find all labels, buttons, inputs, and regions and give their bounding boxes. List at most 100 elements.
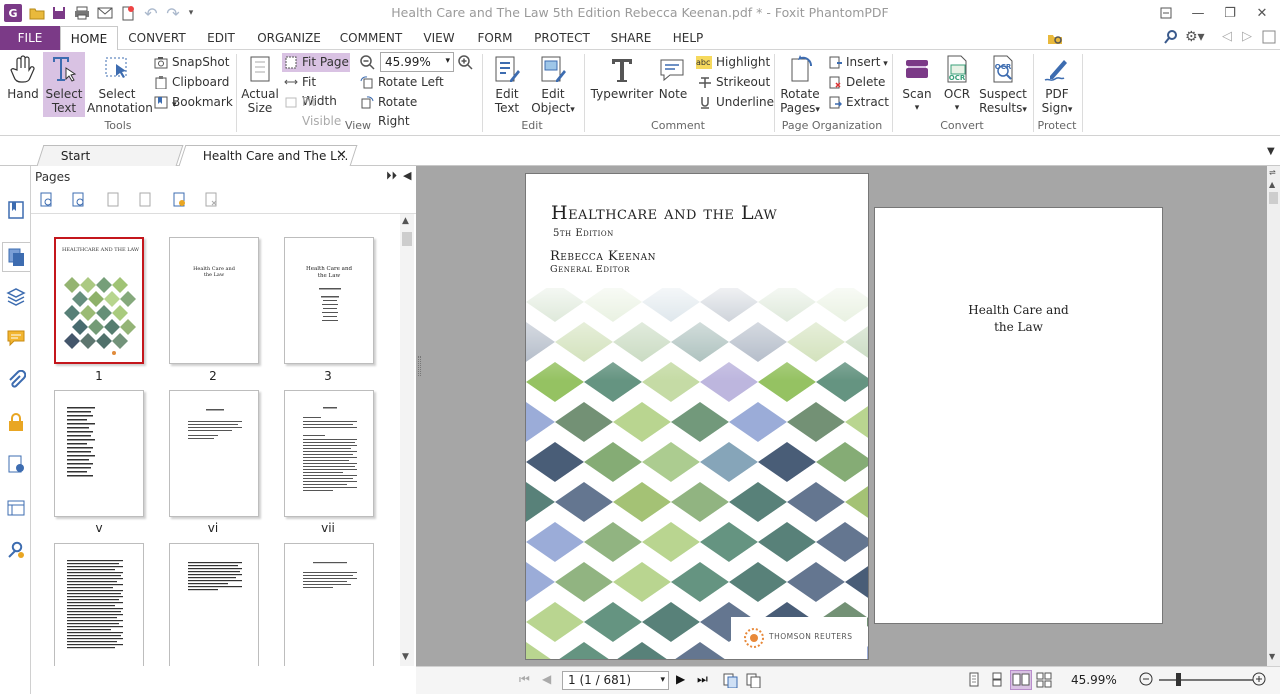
first-page-icon[interactable]: ⏮ xyxy=(519,672,530,687)
close-button[interactable]: ✕ xyxy=(1246,0,1278,26)
content-panel-icon[interactable] xyxy=(6,498,26,518)
extract-page-button[interactable]: Extract xyxy=(826,93,889,112)
tab-list-icon[interactable]: ▼ xyxy=(1267,146,1275,157)
select-text-button[interactable]: Select Text xyxy=(43,52,85,117)
comments-panel-icon[interactable] xyxy=(6,328,26,348)
options-icon[interactable] xyxy=(1262,29,1276,45)
find-folder-icon[interactable] xyxy=(1047,30,1063,46)
fit-width-button[interactable]: Fit Width xyxy=(282,73,354,108)
page-thumbnail-1[interactable]: HEALTHCARE AND THE LAW xyxy=(54,237,144,364)
scroll-up-icon[interactable]: ▲ xyxy=(1269,180,1275,189)
zoom-out-status-icon[interactable] xyxy=(1138,671,1154,687)
edit-object-button[interactable]: Edit Object▾ xyxy=(530,54,576,116)
previous-view-icon[interactable] xyxy=(722,672,738,689)
fit-page-button[interactable]: Fit Page xyxy=(282,53,350,72)
scroll-down-icon[interactable]: ▼ xyxy=(1269,652,1275,661)
scan-button[interactable]: Scan ▾ xyxy=(898,54,936,116)
page-thumbnail-vii[interactable] xyxy=(284,390,374,517)
tab-start[interactable]: Start xyxy=(36,145,184,166)
zoom-out-icon[interactable] xyxy=(359,54,375,70)
underline-button[interactable]: Underline xyxy=(696,93,774,112)
zoom-slider-handle[interactable] xyxy=(1176,673,1181,686)
actual-size-button[interactable]: Actual Size xyxy=(240,54,280,116)
reduce-thumbnail-icon[interactable] xyxy=(71,192,87,208)
forward-arrow-icon[interactable]: ▷ xyxy=(1242,29,1252,44)
single-page-view-icon[interactable] xyxy=(966,672,982,688)
continuous-view-icon[interactable] xyxy=(989,672,1005,688)
panel-splitter-handle[interactable] xyxy=(418,356,421,376)
menu-share[interactable]: SHARE xyxy=(606,26,656,50)
select-annotation-button[interactable]: Select Annotation xyxy=(87,54,153,116)
strikeout-button[interactable]: Strikeout xyxy=(696,73,770,92)
pages-panel-icon[interactable] xyxy=(2,242,30,272)
edit-text-button[interactable]: Edit Text xyxy=(486,54,528,116)
continuous-facing-view-icon[interactable] xyxy=(1036,672,1052,688)
last-page-icon[interactable]: ⏭ xyxy=(697,672,708,687)
previous-page-icon[interactable]: ◀ xyxy=(542,672,551,686)
zoom-in-icon[interactable] xyxy=(457,54,473,70)
insert-page-panel-icon[interactable] xyxy=(105,192,121,208)
menu-comment[interactable]: COMMENT xyxy=(336,26,406,50)
page-number-input[interactable]: 1 (1 / 681) ▾ xyxy=(562,671,669,690)
search-icon[interactable] xyxy=(1163,29,1179,45)
menu-organize[interactable]: ORGANIZE xyxy=(252,26,326,50)
delete-page-button[interactable]: Delete xyxy=(826,73,888,92)
maximize-button[interactable]: ❐ xyxy=(1214,0,1246,26)
document-viewer[interactable]: Healthcare and the Law 5th Edition Rebec… xyxy=(416,166,1267,666)
snapshot-button[interactable]: SnapShot xyxy=(152,53,230,72)
suspect-results-button[interactable]: OCR Suspect Results▾ xyxy=(978,54,1028,116)
page-thumbnail-2[interactable]: Health Care and the Law xyxy=(169,237,259,364)
ocr-button[interactable]: OCR OCR ▾ xyxy=(940,54,974,116)
menu-edit[interactable]: EDIT xyxy=(198,26,244,50)
clipboard-button[interactable]: Clipboard ▾ xyxy=(152,73,234,110)
menu-file[interactable]: FILE xyxy=(0,26,60,50)
settings-gear-icon[interactable]: ⚙▾ xyxy=(1185,29,1211,47)
page-thumbnail-8[interactable] xyxy=(169,543,259,666)
bookmarks-panel-icon[interactable] xyxy=(6,200,26,220)
split-icon[interactable]: ⇌ xyxy=(1269,168,1276,177)
destinations-panel-icon[interactable] xyxy=(6,540,26,560)
insert-button[interactable]: Insert ▾ xyxy=(826,53,892,72)
page-thumbnail-9[interactable] xyxy=(284,543,374,666)
viewer-scrollbar[interactable]: ⇌ ▲ ▼ xyxy=(1267,166,1280,666)
pdf-sign-button[interactable]: PDF Sign▾ xyxy=(1036,54,1078,116)
rotate-left-button[interactable]: Rotate Left xyxy=(358,73,444,92)
scrollbar-thumb[interactable] xyxy=(1269,192,1278,204)
pages-panel-scrollbar[interactable]: ▲ ▼ xyxy=(400,214,414,666)
rotate-pages-button[interactable]: Rotate Pages▾ xyxy=(778,54,822,116)
menu-help[interactable]: HELP xyxy=(666,26,710,50)
hand-tool-button[interactable]: Hand xyxy=(4,54,42,116)
menu-view[interactable]: VIEW xyxy=(416,26,462,50)
tab-document[interactable]: Health Care and The L... xyxy=(178,145,358,166)
page-properties-icon[interactable] xyxy=(171,192,187,208)
zoom-select[interactable]: 45.99% ▾ xyxy=(380,52,454,72)
security-lock-icon[interactable] xyxy=(6,412,26,432)
back-arrow-icon[interactable]: ◁ xyxy=(1222,29,1232,44)
menu-protect[interactable]: PROTECT xyxy=(528,26,596,50)
next-view-icon[interactable] xyxy=(745,672,761,689)
typewriter-button[interactable]: Typewriter xyxy=(590,54,654,116)
scroll-down-icon[interactable]: ▼ xyxy=(402,652,409,662)
menu-home[interactable]: HOME xyxy=(60,26,118,51)
layers-panel-icon[interactable] xyxy=(6,286,26,306)
page-thumbnail-3[interactable]: Health Care and the Law xyxy=(284,237,374,364)
page-thumbnail-7[interactable] xyxy=(54,543,144,666)
page-thumbnail-v[interactable] xyxy=(54,390,144,517)
menu-form[interactable]: FORM xyxy=(472,26,518,50)
zoom-slider-track[interactable] xyxy=(1159,679,1253,681)
delete-page-panel-icon[interactable] xyxy=(203,192,219,208)
next-page-icon[interactable]: ▶ xyxy=(676,672,685,686)
highlight-button[interactable]: abc Highlight xyxy=(696,53,770,72)
page-thumbnail-vi[interactable] xyxy=(169,390,259,517)
signatures-panel-icon[interactable] xyxy=(6,454,26,474)
scroll-up-icon[interactable]: ▲ xyxy=(402,216,409,226)
extract-page-panel-icon[interactable] xyxy=(137,192,153,208)
scrollbar-thumb[interactable] xyxy=(402,232,412,246)
rotate-right-button[interactable]: Rotate Right xyxy=(358,93,448,128)
attachments-panel-icon[interactable] xyxy=(6,369,27,390)
menu-convert[interactable]: CONVERT xyxy=(122,26,192,50)
minimize-button[interactable]: — xyxy=(1182,0,1214,26)
facing-view-icon[interactable] xyxy=(1010,670,1032,690)
zoom-in-status-icon[interactable] xyxy=(1251,671,1267,687)
close-tab-icon[interactable]: ✕ xyxy=(336,148,347,163)
